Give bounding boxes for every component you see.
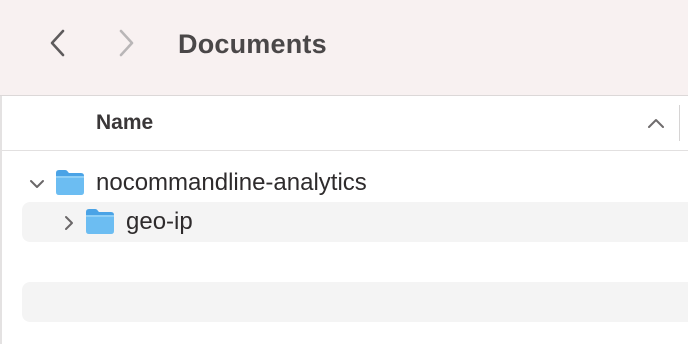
back-button[interactable] — [40, 26, 74, 60]
list-item-label: geo-ip — [126, 208, 193, 235]
forward-button[interactable] — [110, 26, 144, 60]
chevron-right-icon[interactable] — [60, 214, 78, 232]
list-item[interactable]: nocommandline-analytics — [22, 163, 688, 203]
chevron-right-icon — [119, 29, 134, 57]
folder-icon — [86, 209, 114, 234]
column-header-row: Name — [2, 97, 688, 151]
chevron-down-icon[interactable] — [28, 175, 46, 193]
chevron-left-icon — [50, 29, 65, 57]
empty-row — [22, 282, 688, 322]
list-item-label: nocommandline-analytics — [96, 169, 367, 196]
column-header-name[interactable]: Name — [96, 111, 153, 135]
list-item[interactable]: geo-ip — [22, 202, 688, 242]
folder-icon — [56, 170, 84, 195]
toolbar: Documents — [0, 0, 688, 96]
chevron-up-icon[interactable] — [646, 115, 666, 131]
column-divider[interactable] — [679, 105, 680, 141]
window-title: Documents — [178, 29, 327, 59]
finder-window: Documents Name nocommandline-analytics g… — [0, 0, 688, 344]
